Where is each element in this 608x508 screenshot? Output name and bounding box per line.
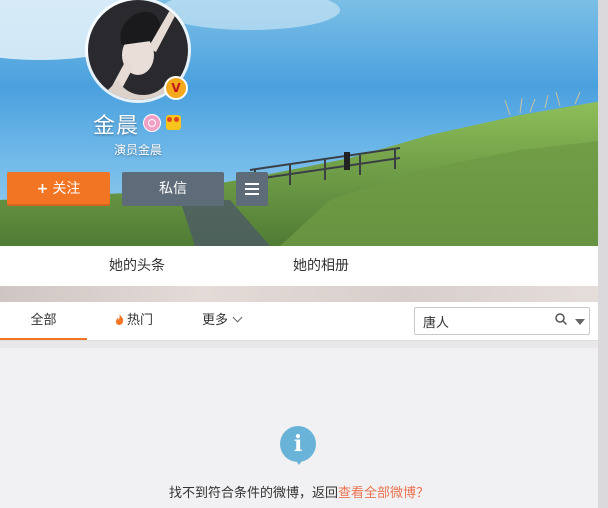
feed-search bbox=[414, 307, 590, 335]
scroll-edge bbox=[598, 0, 608, 508]
profile-bio: 演员金晨 bbox=[114, 143, 163, 157]
verified-badge-icon: V bbox=[164, 76, 188, 100]
background-strip bbox=[0, 286, 608, 302]
empty-state-text: 找不到符合条件的微博，返回 bbox=[168, 486, 338, 501]
filter-all[interactable]: 全部 bbox=[0, 302, 87, 340]
menu-icon bbox=[245, 183, 259, 195]
chevron-down-icon bbox=[232, 312, 243, 323]
filter-more-label: 更多 bbox=[202, 313, 229, 328]
search-dropdown-icon[interactable] bbox=[575, 319, 585, 325]
fire-icon bbox=[115, 314, 124, 325]
search-input[interactable] bbox=[415, 308, 553, 334]
filter-more[interactable]: 更多 bbox=[202, 302, 243, 340]
more-menu-button[interactable] bbox=[236, 172, 268, 206]
message-label: 私信 bbox=[159, 181, 187, 197]
plus-icon: + bbox=[36, 181, 49, 197]
profile-name: 金晨 bbox=[93, 114, 140, 139]
tab-headlines[interactable]: 她的头条 bbox=[109, 246, 165, 286]
search-icon[interactable] bbox=[555, 313, 567, 325]
follow-button[interactable]: + 关注 bbox=[7, 172, 110, 206]
info-icon: i bbox=[280, 426, 316, 465]
filter-hot-label: 热门 bbox=[127, 313, 154, 328]
profile-tabs: 她的头条 她的相册 bbox=[0, 246, 598, 286]
vip-icon[interactable] bbox=[166, 115, 181, 130]
tab-albums[interactable]: 她的相册 bbox=[293, 246, 349, 286]
female-icon bbox=[143, 114, 161, 132]
follow-label: 关注 bbox=[52, 181, 81, 197]
filter-hot[interactable]: 热门 bbox=[115, 302, 153, 340]
message-button[interactable]: 私信 bbox=[122, 172, 224, 206]
empty-state-message: 找不到符合条件的微博，返回查看全部微博？ bbox=[0, 482, 598, 501]
view-all-link[interactable]: 查看全部微博？ bbox=[338, 486, 429, 501]
